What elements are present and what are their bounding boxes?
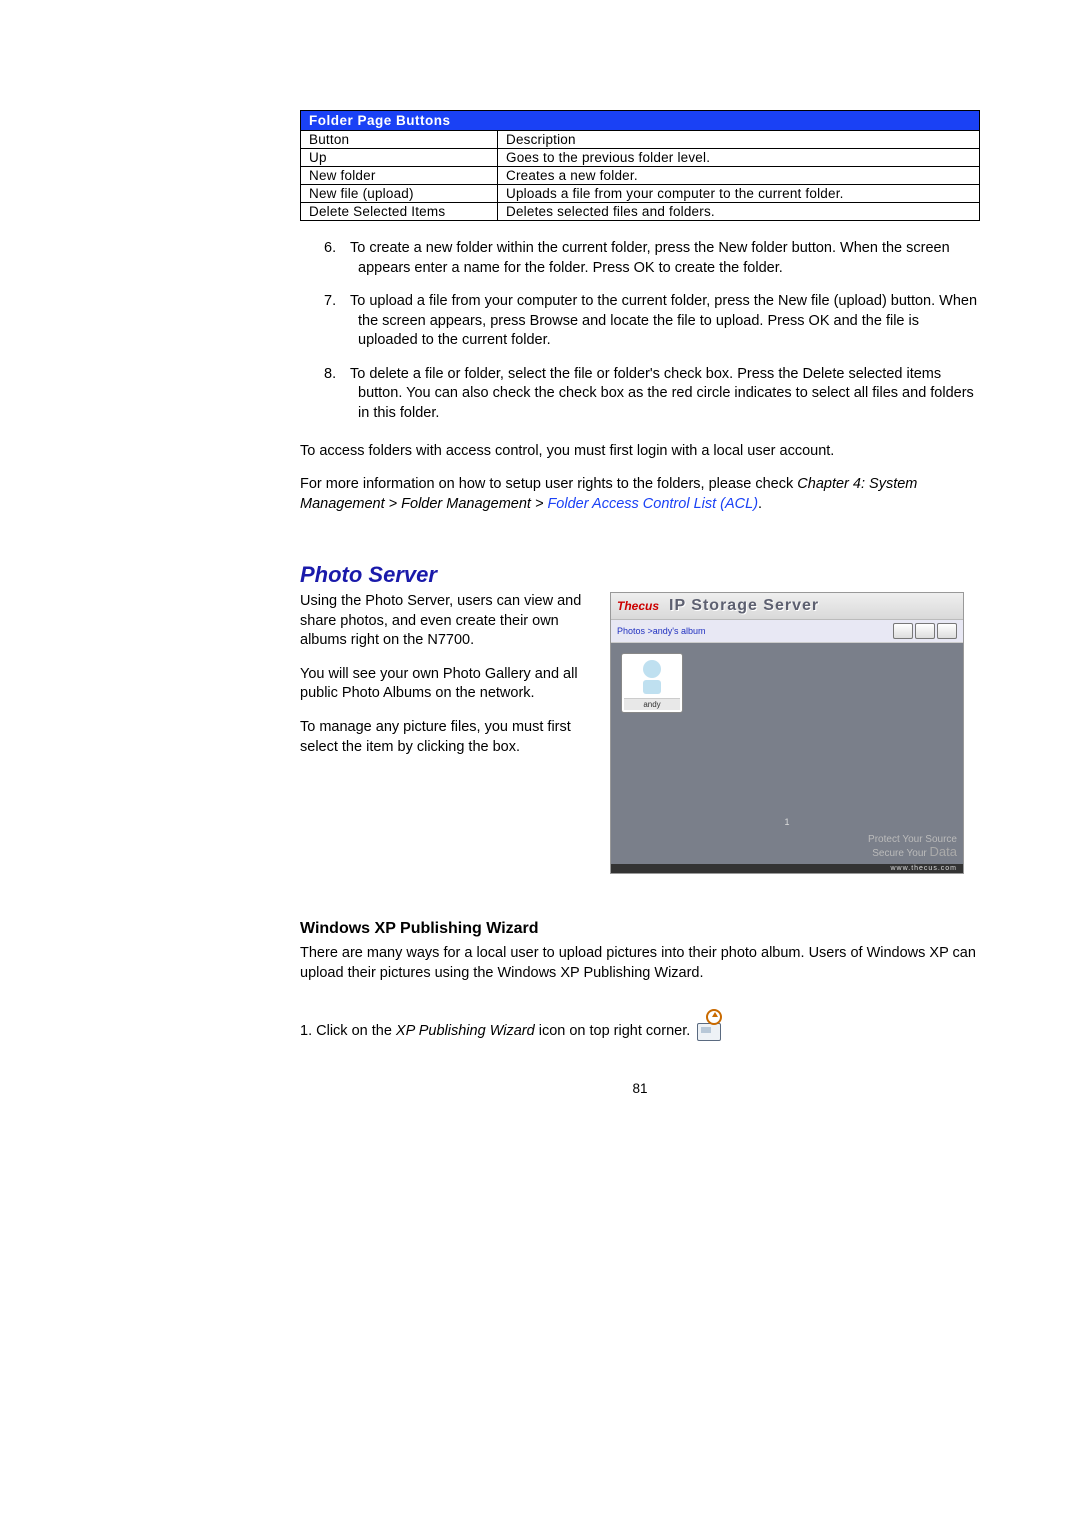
wizard-intro: There are many ways for a local user to …	[300, 944, 980, 983]
photo-p2: You will see your own Photo Gallery and …	[300, 665, 590, 704]
ps-toolbar-icon	[915, 623, 935, 639]
ps-title: IP Storage Server	[669, 597, 957, 615]
ps-header: Thecus IP Storage Server	[611, 593, 963, 620]
ps-footer-data: Data	[930, 844, 957, 859]
ps-pager: 1	[611, 817, 963, 827]
step-number: 8.	[324, 365, 350, 385]
step-number: 7.	[324, 292, 350, 312]
table-cell-desc: Goes to the previous folder level.	[498, 149, 980, 167]
wizard-step-number: 1.	[300, 1023, 312, 1039]
step-text: To upload a file from your computer to t…	[350, 293, 977, 348]
wizard-step-pre: Click on the	[316, 1023, 396, 1039]
table-row: Up Goes to the previous folder level.	[301, 149, 980, 167]
more-info-text: For more information on how to setup use…	[300, 476, 797, 492]
table-row: New file (upload) Uploads a file from yo…	[301, 185, 980, 203]
wizard-heading: Windows XP Publishing Wizard	[300, 920, 980, 938]
ps-breadcrumb: Photos >andy's album	[617, 626, 706, 636]
folder-page-buttons-table: Folder Page Buttons Button Description U…	[300, 110, 980, 221]
step-number: 6.	[324, 239, 350, 259]
wizard-step-em: XP Publishing Wizard	[396, 1023, 535, 1039]
list-item: 6.To create a new folder within the curr…	[324, 239, 980, 278]
table-cell-button: Delete Selected Items	[301, 203, 498, 221]
ps-toolbar-icon	[893, 623, 913, 639]
table-header-button: Button	[301, 131, 498, 149]
ps-footer-line2: Secure Your	[872, 848, 927, 859]
thumb-shape-icon	[643, 660, 661, 678]
thumb-shape-icon	[643, 680, 661, 694]
ps-breadcrumb-bar: Photos >andy's album	[611, 620, 963, 643]
photo-p1: Using the Photo Server, users can view a…	[300, 592, 590, 651]
table-cell-desc: Uploads a file from your computer to the…	[498, 185, 980, 203]
table-row: Delete Selected Items Deletes selected f…	[301, 203, 980, 221]
table-title: Folder Page Buttons	[301, 111, 980, 131]
ps-album-thumb: andy	[621, 653, 683, 713]
ps-body: andy 1 Protect Your Source Secure Your D…	[611, 643, 963, 873]
table-cell-desc: Creates a new folder.	[498, 167, 980, 185]
wizard-step-1: 1. Click on the XP Publishing Wizard ico…	[300, 1011, 980, 1041]
period: .	[758, 496, 762, 512]
step-text: To delete a file or folder, select the f…	[350, 366, 974, 421]
photo-server-heading: Photo Server	[300, 562, 980, 588]
table-header-description: Description	[498, 131, 980, 149]
page-number: 81	[300, 1081, 980, 1096]
step-text: To create a new folder within the curren…	[350, 240, 950, 276]
acl-link: Folder Access Control List (ACL)	[547, 496, 758, 512]
more-info-paragraph: For more information on how to setup use…	[300, 475, 980, 514]
table-cell-button: New file (upload)	[301, 185, 498, 203]
table-cell-desc: Deletes selected files and folders.	[498, 203, 980, 221]
ps-toolbar-icon	[937, 623, 957, 639]
ps-url: www.thecus.com	[611, 864, 963, 873]
table-cell-button: Up	[301, 149, 498, 167]
photo-server-text: Using the Photo Server, users can view a…	[300, 592, 590, 771]
xp-publishing-wizard-icon	[694, 1011, 722, 1041]
ps-footer: Protect Your Source Secure Your Data	[868, 834, 957, 859]
table-cell-button: New folder	[301, 167, 498, 185]
thecus-logo: Thecus	[617, 599, 659, 613]
photo-server-screenshot: Thecus IP Storage Server Photos >andy's …	[610, 592, 964, 874]
table-row: New folder Creates a new folder.	[301, 167, 980, 185]
access-paragraph: To access folders with access control, y…	[300, 442, 980, 462]
photo-p3: To manage any picture files, you must fi…	[300, 718, 590, 757]
numbered-steps: 6.To create a new folder within the curr…	[300, 239, 980, 424]
ps-toolbar-icons	[891, 623, 957, 639]
list-item: 8.To delete a file or folder, select the…	[324, 365, 980, 424]
list-item: 7.To upload a file from your computer to…	[324, 292, 980, 351]
thumb-label: andy	[624, 698, 680, 710]
wizard-step-post: icon on top right corner.	[535, 1023, 691, 1039]
